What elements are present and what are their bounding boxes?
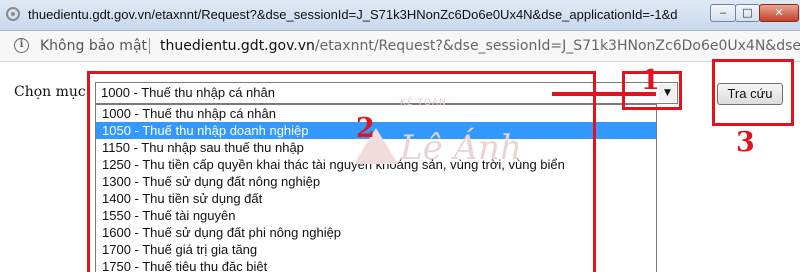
annotation-box-dropdown xyxy=(87,71,596,272)
maximize-button[interactable]: □ xyxy=(735,4,760,22)
url-text[interactable]: thuedientu.gdt.gov.vn/etaxnnt/Request?&d… xyxy=(160,38,800,54)
address-bar[interactable]: i Không bảo mật thuedientu.gdt.gov.vn/et… xyxy=(0,31,800,62)
close-button[interactable]: ✕ xyxy=(759,4,799,22)
window-title: thuedientu.gdt.gov.vn/etaxnnt/Request?&d… xyxy=(28,7,678,22)
annotation-number-1: 1 xyxy=(641,65,660,96)
category-label: Chọn mục xyxy=(14,84,86,100)
address-separator xyxy=(149,38,150,54)
minimize-button[interactable]: ‒ xyxy=(710,4,736,22)
security-label[interactable]: Không bảo mật xyxy=(40,38,147,54)
annotation-number-3: 3 xyxy=(736,127,755,158)
browser-app-icon xyxy=(6,7,20,21)
info-icon[interactable]: i xyxy=(14,38,29,53)
window-titlebar: thuedientu.gdt.gov.vn/etaxnnt/Request?&d… xyxy=(0,0,800,31)
annotation-number-2: 2 xyxy=(356,113,375,144)
url-host: thuedientu.gdt.gov.vn xyxy=(160,38,315,54)
annotation-box-search xyxy=(712,59,794,126)
url-path: /etaxnnt/Request?&dse_sessionId=J_S71k3H… xyxy=(314,38,800,54)
